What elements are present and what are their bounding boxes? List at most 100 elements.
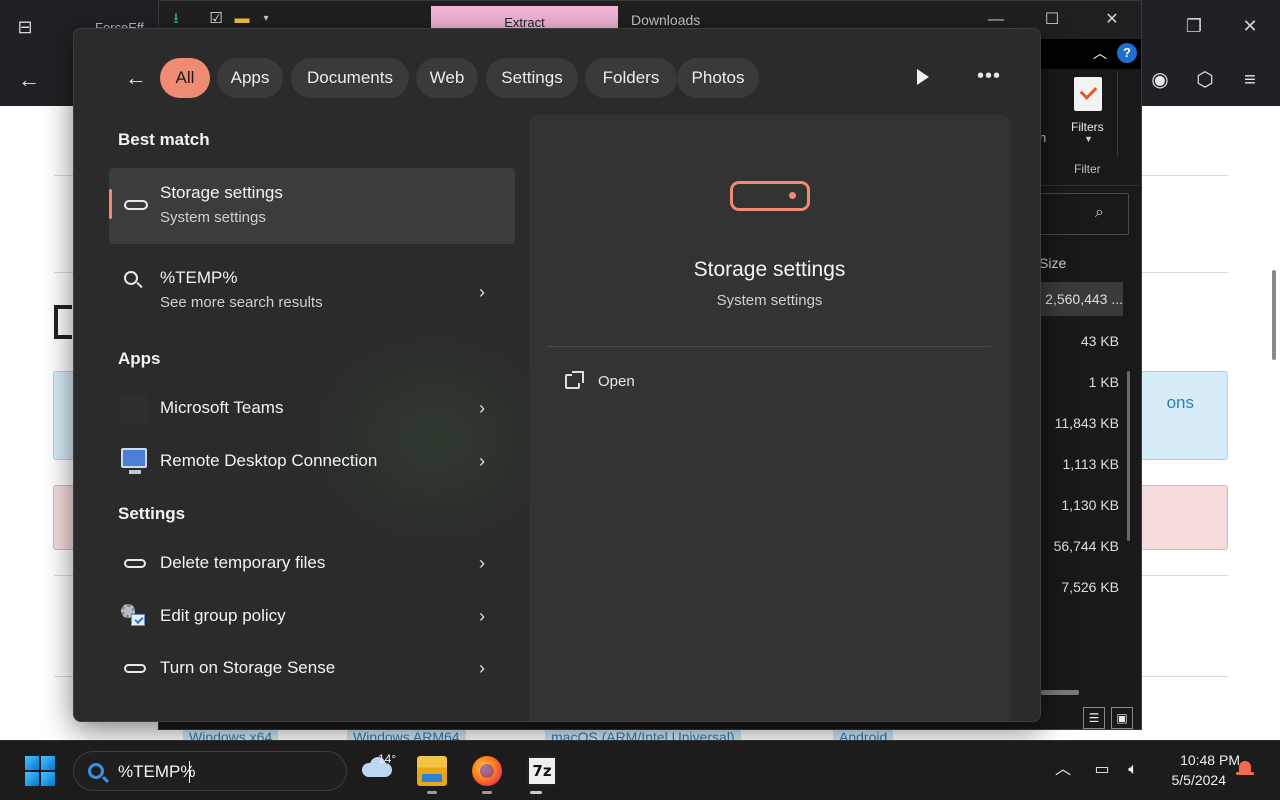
network-icon[interactable]: ▭ — [1090, 759, 1114, 783]
play-icon[interactable] — [910, 65, 934, 89]
file-size-cell[interactable]: 1,113 KB — [1037, 456, 1119, 472]
running-indicator — [427, 791, 437, 794]
extensions-icon[interactable]: ⬡ — [1191, 66, 1219, 94]
firefox-icon[interactable] — [472, 756, 502, 786]
seven-zip-icon[interactable]: 7z — [527, 756, 557, 786]
search-query[interactable]: %TEMP% — [118, 762, 195, 782]
filter-documents[interactable]: Documents — [291, 58, 409, 98]
remote-desktop-icon — [121, 448, 147, 474]
file-explorer-icon[interactable] — [417, 756, 447, 786]
result-subtitle: System settings — [160, 209, 266, 226]
selection-indicator — [109, 189, 112, 219]
file-size-cell[interactable]: 43 KB — [1037, 333, 1119, 349]
filter-web[interactable]: Web — [416, 58, 478, 98]
file-size-cell[interactable]: 1 KB — [1037, 374, 1119, 390]
result-title: %TEMP% — [160, 268, 238, 287]
search-icon — [124, 271, 138, 285]
browser-restore-icon[interactable]: ❐ — [1180, 12, 1208, 40]
size-column-header[interactable]: Size — [1039, 255, 1066, 271]
browser-close-icon[interactable]: ✕ — [1236, 12, 1264, 40]
collapse-ribbon-icon[interactable]: ︿ — [1093, 43, 1107, 63]
chevron-right-icon[interactable]: › — [479, 450, 485, 472]
more-options-icon[interactable]: ••• — [974, 61, 1004, 91]
chevron-right-icon[interactable]: › — [479, 552, 485, 574]
show-hidden-icons-icon[interactable]: ︿ — [1051, 759, 1075, 783]
app-result-remote-desktop[interactable]: Remote Desktop Connection › — [109, 438, 515, 486]
properties-icon[interactable]: ☑ — [207, 10, 225, 28]
text-cursor — [189, 761, 190, 783]
weather-temperature[interactable]: 14° — [378, 752, 396, 766]
storage-drive-icon — [124, 664, 146, 673]
page-scrollbar[interactable] — [1272, 270, 1276, 360]
preview-subtitle: System settings — [716, 292, 823, 309]
chevron-right-icon[interactable]: › — [479, 657, 485, 679]
group-policy-icon — [121, 604, 147, 628]
volume-icon[interactable]: 🔈︎ — [1121, 759, 1145, 783]
account-icon[interactable]: ◉ — [1146, 66, 1174, 94]
explorer-horizontal-scrollbar[interactable] — [1041, 690, 1079, 695]
filter-photos[interactable]: Photos — [677, 58, 759, 98]
filter-settings[interactable]: Settings — [486, 58, 578, 98]
clock-date[interactable]: 5/5/2024 — [1148, 772, 1227, 788]
browser-back-icon[interactable]: ← — [18, 66, 46, 94]
browser-menu-icon[interactable]: ≡ — [1236, 66, 1264, 94]
running-indicator — [482, 791, 492, 794]
teams-icon — [121, 395, 149, 423]
file-size-cell[interactable]: 7,526 KB — [1037, 579, 1119, 595]
large-icons-view-icon[interactable]: ▣ — [1111, 707, 1133, 729]
file-size-cell[interactable]: 56,744 KB — [1037, 538, 1119, 554]
preview-divider — [547, 346, 991, 347]
details-view-icon[interactable]: ☰ — [1083, 707, 1105, 729]
search-icon[interactable]: ⌕ — [1095, 204, 1104, 222]
taskbar-search-box[interactable]: %TEMP% — [73, 751, 347, 791]
new-folder-icon[interactable]: ▬ — [233, 10, 251, 28]
explorer-maximize-icon[interactable]: ☐ — [1037, 7, 1067, 33]
file-size-cell[interactable]: 1,130 KB — [1037, 497, 1119, 513]
setting-result-delete-temp[interactable]: Delete temporary files › — [109, 540, 515, 588]
filter-group-label: Filter — [1074, 162, 1101, 176]
chevron-right-icon[interactable]: › — [479, 281, 485, 303]
clock-time[interactable]: 10:48 PM — [1148, 752, 1240, 768]
ribbon-separator — [1117, 71, 1118, 157]
explorer-close-icon[interactable]: ✕ — [1097, 7, 1127, 33]
file-size-cell[interactable]: 11,843 KB — [1037, 415, 1119, 431]
explorer-title: Downloads — [631, 12, 701, 28]
web-search-result[interactable]: %TEMP% See more search results › — [109, 253, 515, 329]
filter-all[interactable]: All — [160, 58, 210, 98]
explorer-search-box[interactable] — [1035, 193, 1129, 235]
best-match-result[interactable]: Storage settings System settings — [109, 168, 515, 244]
app-name: Remote Desktop Connection — [160, 451, 378, 470]
setting-name: Edit group policy — [160, 606, 286, 625]
setting-name: Turn on Storage Sense — [160, 658, 336, 677]
help-icon[interactable]: ? — [1117, 43, 1137, 63]
setting-result-group-policy[interactable]: Edit group policy › — [109, 593, 515, 641]
notification-bell-icon[interactable] — [1236, 759, 1254, 779]
chevron-right-icon[interactable]: › — [479, 397, 485, 419]
filter-folders[interactable]: Folders — [585, 58, 677, 98]
preview-pane: Storage settings System settings Open — [529, 115, 1010, 721]
result-subtitle: See more search results — [160, 294, 323, 311]
storage-drive-icon — [124, 200, 148, 210]
app-name: Microsoft Teams — [160, 398, 284, 417]
info-notice-text: ons — [1166, 393, 1194, 412]
page-heading-glyph — [54, 305, 72, 339]
back-arrow-icon[interactable]: ← — [121, 63, 151, 93]
filter-apps[interactable]: Apps — [217, 58, 283, 98]
filters-dropdown-icon[interactable]: ▼ — [1084, 134, 1093, 144]
app-result-microsoft-teams[interactable]: Microsoft Teams › — [109, 385, 515, 433]
setting-result-storage-sense[interactable]: Turn on Storage Sense › — [109, 645, 515, 693]
filters-icon[interactable] — [1074, 77, 1102, 111]
chevron-right-icon[interactable]: › — [479, 605, 485, 627]
filters-label[interactable]: Filters — [1071, 120, 1104, 134]
download-arrow-icon[interactable]: ⭳ — [167, 10, 185, 28]
active-indicator — [530, 791, 542, 794]
file-size-cell[interactable]: 2,560,443 ... — [1041, 282, 1123, 316]
tab-list-icon[interactable]: ⊟ — [14, 16, 36, 38]
open-action[interactable]: Open — [598, 373, 635, 390]
start-windows-icon[interactable] — [25, 756, 55, 786]
open-external-icon[interactable] — [565, 371, 584, 389]
apps-heading: Apps — [118, 349, 161, 368]
settings-heading: Settings — [118, 504, 186, 523]
quick-access-dropdown-icon[interactable]: ▾ — [257, 10, 275, 28]
explorer-vertical-scrollbar[interactable] — [1127, 371, 1130, 541]
